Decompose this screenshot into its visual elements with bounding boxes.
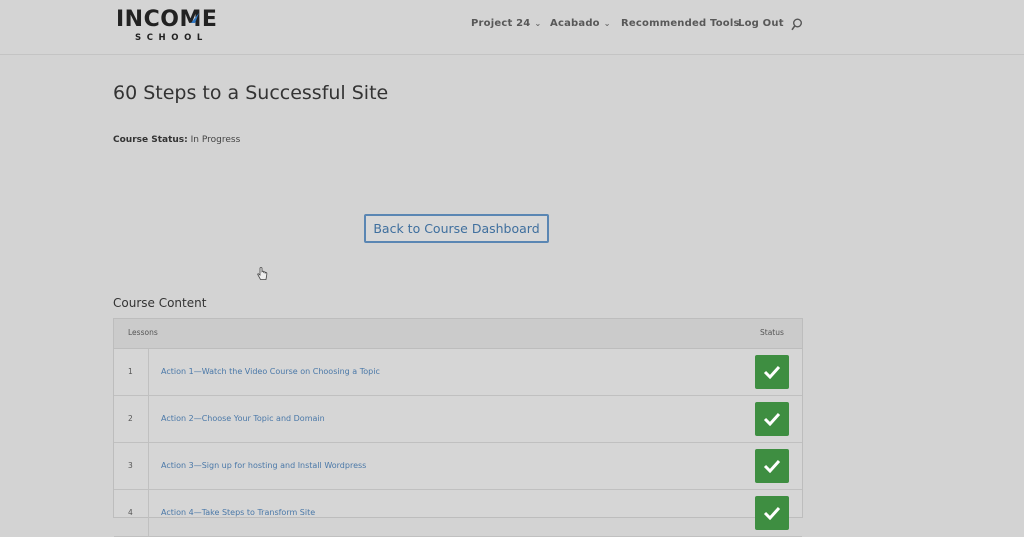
complete-checkmark-icon	[755, 402, 789, 436]
lesson-number-cell: 2	[114, 396, 149, 442]
lessons-table: Lessons Status 1 Action 1—Watch the Vide…	[113, 318, 803, 537]
hand-cursor-icon	[257, 267, 268, 280]
income-school-logo[interactable]: INCOME SCHOOL	[116, 8, 228, 44]
chevron-down-icon: ⌄	[534, 19, 542, 28]
column-header-lessons: Lessons	[128, 328, 158, 337]
nav-item-label: Log Out	[738, 18, 784, 29]
course-status-value: In Progress	[190, 135, 241, 145]
course-status: Course Status: In Progress	[113, 134, 240, 146]
table-header: Lessons Status	[114, 319, 802, 349]
lesson-number-cell: 3	[114, 443, 149, 489]
nav-item-label: Acabado	[550, 18, 600, 29]
column-header-status: Status	[760, 328, 784, 337]
table-row: 1 Action 1—Watch the Video Course on Cho…	[114, 349, 802, 396]
logo-flame-icon	[191, 13, 199, 23]
course-status-label: Course Status:	[113, 135, 188, 145]
course-content-heading: Course Content	[113, 296, 207, 310]
complete-checkmark-icon	[755, 355, 789, 389]
lesson-number-cell: 4	[114, 490, 149, 536]
back-to-dashboard-button[interactable]: Back to Course Dashboard	[364, 214, 549, 243]
chevron-down-icon: ⌄	[603, 19, 611, 28]
nav-item-project-24[interactable]: Project 24 ⌄	[471, 17, 541, 31]
nav-item-label: Project 24	[471, 18, 531, 29]
table-row: 3 Action 3—Sign up for hosting and Insta…	[114, 443, 802, 490]
lesson-link[interactable]: Action 1—Watch the Video Course on Choos…	[161, 366, 380, 377]
nav-item-recommended-tools[interactable]: Recommended Tools	[621, 17, 740, 31]
nav-item-acabado[interactable]: Acabado ⌄	[550, 17, 611, 31]
lesson-link[interactable]: Action 2—Choose Your Topic and Domain	[161, 413, 325, 424]
complete-checkmark-icon	[755, 496, 789, 530]
site-header: INCOME SCHOOL Project 24 ⌄ Acabado ⌄ Recom…	[0, 0, 1024, 55]
lesson-number: 3	[128, 461, 133, 470]
nav-item-label: Recommended Tools	[621, 18, 740, 29]
complete-checkmark-icon	[755, 449, 789, 483]
search-icon[interactable]	[791, 18, 803, 31]
nav-item-log-out[interactable]: Log Out	[738, 17, 784, 31]
lesson-number: 2	[128, 414, 133, 423]
lesson-number: 1	[128, 367, 133, 376]
logo-subtitle: SCHOOL	[135, 33, 208, 43]
page-title: 60 Steps to a Successful Site	[113, 82, 389, 104]
table-row: 2 Action 2—Choose Your Topic and Domain	[114, 396, 802, 443]
table-row: 4 Action 4—Take Steps to Transform Site	[114, 490, 802, 537]
lesson-link[interactable]: Action 3—Sign up for hosting and Install…	[161, 460, 366, 471]
lesson-number-cell: 1	[114, 349, 149, 395]
lesson-link[interactable]: Action 4—Take Steps to Transform Site	[161, 507, 315, 518]
lesson-number: 4	[128, 508, 133, 517]
